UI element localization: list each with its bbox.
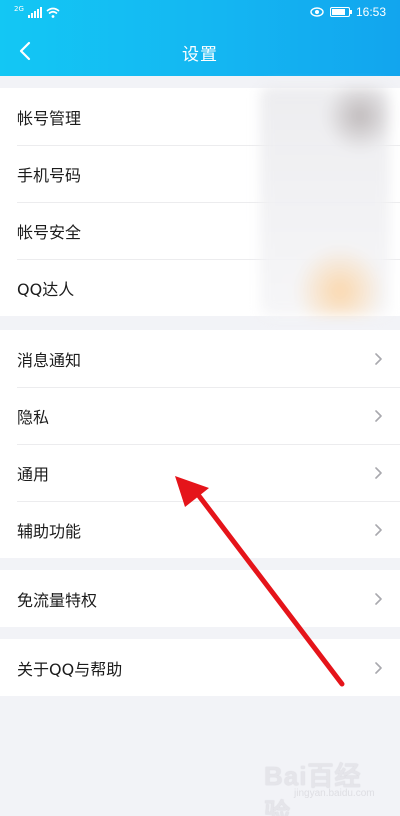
chevron-right-icon [375,592,382,605]
settings-item-label: 帐号安全 [17,222,82,242]
settings-item-label: 隐私 [17,407,50,427]
wifi-icon [46,7,60,18]
status-bar: 2G 16:53 [0,0,400,26]
settings-item-label: 帐号管理 [17,108,82,128]
settings-item-free-data[interactable]: 免流量特权 [0,570,400,627]
settings-item-general[interactable]: 通用 [0,444,400,501]
settings-item-label: 通用 [17,464,50,484]
network-label: 2G [14,4,24,13]
chevron-right-icon [375,466,382,479]
watermark-main: Bai百经验 [264,761,362,816]
chevron-right-icon [375,661,382,674]
settings-item-notifications[interactable]: 消息通知 [0,330,400,387]
settings-item-label: 消息通知 [17,350,82,370]
blurred-profile-area [260,86,390,316]
settings-item-label: 辅助功能 [17,521,82,541]
status-time: 16:53 [355,5,386,19]
status-left: 2G [14,4,60,18]
eye-icon [310,7,324,17]
chevron-right-icon [375,352,382,365]
settings-item-privacy[interactable]: 隐私 [0,387,400,444]
watermark-sub: jingyan.baidu.com [294,788,375,799]
settings-item-label: 免流量特权 [17,590,98,610]
chevron-right-icon [375,523,382,536]
settings-group-general: 消息通知 隐私 通用 辅助功能 [0,330,400,558]
settings-item-label: 关于QQ与帮助 [17,659,123,679]
page-title: 设置 [182,45,218,65]
battery-icon [329,7,352,17]
app-header: 2G 16:53 设置 [0,0,400,76]
nav-bar: 设置 [0,26,400,76]
settings-item-label: QQ达人 [17,279,75,299]
signal-icon [27,7,42,18]
settings-item-accessibility[interactable]: 辅助功能 [0,501,400,558]
settings-group-about: 关于QQ与帮助 [0,639,400,696]
settings-item-label: 手机号码 [17,165,82,185]
chevron-right-icon [375,409,382,422]
settings-item-about-help[interactable]: 关于QQ与帮助 [0,639,400,696]
settings-group-data-privilege: 免流量特权 [0,570,400,627]
status-right: 16:53 [310,5,386,19]
baidu-watermark: Bai百经验 jingyan.baidu.com [264,756,375,816]
